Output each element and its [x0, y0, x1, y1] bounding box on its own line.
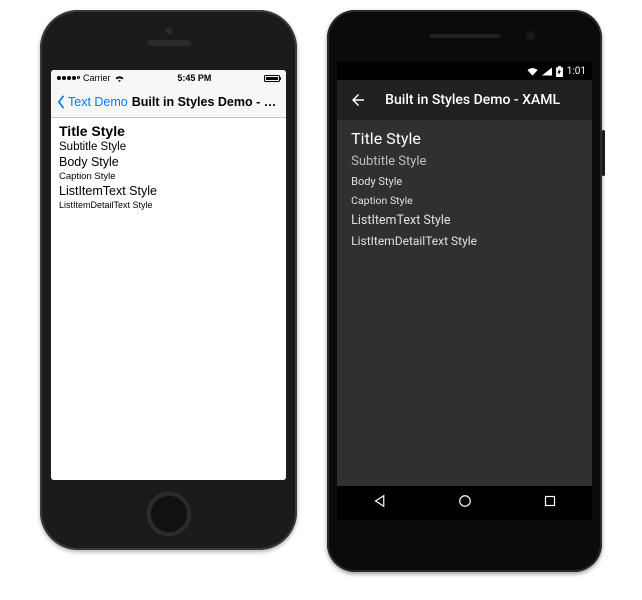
ios-content: Title StyleSubtitle StyleBody StyleCapti…: [51, 118, 286, 480]
signal-icon: [542, 67, 552, 76]
android-app-bar: Built in Styles Demo - XAML: [337, 80, 592, 120]
subtitle-style-text: Subtitle Style: [351, 151, 578, 172]
android-screen: 1:01 Built in Styles Demo - XAML Title S…: [337, 62, 592, 520]
status-time: 1:01: [567, 66, 586, 77]
android-status-bar: 1:01: [337, 62, 592, 80]
android-power-button: [602, 130, 605, 176]
body-style-text: Body Style: [351, 172, 578, 191]
caption-style-text: Caption Style: [351, 191, 578, 210]
listitemtext-style-text: ListItemText Style: [351, 210, 578, 231]
title-style-text: Title Style: [59, 122, 278, 140]
android-system-nav: [337, 486, 592, 520]
ios-status-bar: Carrier 5:45 PM: [51, 70, 286, 86]
arrow-left-icon: [349, 91, 367, 109]
battery-icon: [556, 66, 563, 77]
square-recent-icon: [541, 492, 559, 510]
chevron-left-icon: [55, 95, 67, 109]
signal-strength-icon: [57, 76, 80, 80]
iphone-device-frame: Carrier 5:45 PM Text Demo Built in Style…: [40, 10, 297, 550]
android-content: Title StyleSubtitle StyleBody StyleCapti…: [337, 120, 592, 486]
caption-style-text: Caption Style: [59, 170, 278, 183]
listitemdetailtext-style-text: ListItemDetailText Style: [351, 231, 578, 251]
nav-back-button[interactable]: [371, 492, 389, 515]
nav-home-button[interactable]: [456, 492, 474, 515]
android-device-frame: 1:01 Built in Styles Demo - XAML Title S…: [327, 10, 602, 572]
iphone-screen: Carrier 5:45 PM Text Demo Built in Style…: [51, 70, 286, 480]
android-earpiece: [430, 34, 500, 38]
ios-nav-bar: Text Demo Built in Styles Demo - XAML: [51, 86, 286, 118]
iphone-earpiece: [147, 40, 191, 46]
circle-home-icon: [456, 492, 474, 510]
back-button-label: Text Demo: [68, 95, 128, 109]
listitemdetailtext-style-text: ListItemDetailText Style: [59, 199, 278, 211]
status-time: 5:45 PM: [177, 73, 211, 83]
page-title: Built in Styles Demo - XAML: [385, 92, 560, 108]
carrier-label: Carrier: [83, 73, 111, 83]
title-style-text: Title Style: [351, 126, 578, 151]
android-front-camera: [525, 30, 536, 41]
back-button[interactable]: Text Demo: [55, 95, 128, 109]
battery-icon: [264, 75, 280, 82]
listitemtext-style-text: ListItemText Style: [59, 183, 278, 199]
iphone-front-camera: [165, 27, 172, 34]
page-title: Built in Styles Demo - XAML: [132, 95, 282, 109]
back-button[interactable]: [349, 91, 367, 109]
triangle-back-icon: [371, 492, 389, 510]
body-style-text: Body Style: [59, 154, 278, 170]
wifi-icon: [114, 74, 125, 82]
wifi-icon: [527, 67, 538, 76]
subtitle-style-text: Subtitle Style: [59, 140, 278, 154]
nav-recent-button[interactable]: [541, 492, 559, 515]
iphone-home-button[interactable]: [147, 492, 191, 536]
